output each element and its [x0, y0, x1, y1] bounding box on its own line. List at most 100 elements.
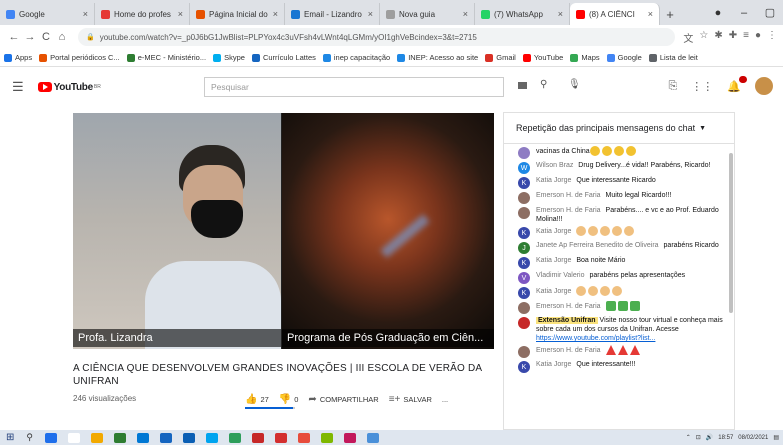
chat-author-name[interactable]: Extensão Unifran — [536, 317, 598, 324]
chat-author-name[interactable]: Katia Jorge — [536, 257, 571, 264]
taskbar-search-icon[interactable]: ⚲ — [26, 432, 33, 443]
profile-icon[interactable]: ● — [705, 7, 731, 19]
chat-author-name[interactable]: Katia Jorge — [536, 228, 571, 235]
taskbar-app-icon[interactable] — [182, 432, 195, 443]
menu-hamburger-icon[interactable]: ☰ — [12, 79, 24, 95]
reload-button[interactable]: C — [38, 31, 54, 43]
tab-close-icon[interactable]: × — [273, 9, 278, 19]
tab-close-icon[interactable]: × — [648, 9, 653, 19]
chat-author-name[interactable]: Janete Ap Ferreira Benedito de Oliveira — [536, 242, 659, 249]
bookmark-item[interactable]: YouTube — [522, 53, 563, 62]
chat-message-link[interactable]: https://www.youtube.com/playlist?list... — [536, 335, 655, 342]
translate-icon[interactable]: 文 — [683, 30, 693, 45]
taskbar-app-icon[interactable] — [320, 432, 333, 443]
video-player[interactable]: Profa. Lizandra Programa de Pós Graduaçã… — [73, 113, 494, 349]
like-button[interactable]: 👍 27 — [245, 394, 269, 405]
tab-close-icon[interactable]: × — [463, 9, 468, 19]
chat-avatar[interactable]: K — [518, 227, 530, 239]
apps-grid-icon[interactable]: ⋮⋮ — [691, 80, 713, 93]
taskbar-app-icon[interactable] — [228, 432, 241, 443]
volume-icon[interactable]: 🔊 — [706, 434, 713, 441]
create-video-icon[interactable]: ⎘ — [668, 80, 677, 93]
chat-avatar[interactable] — [518, 302, 530, 314]
chat-author-name[interactable]: Katia Jorge — [536, 288, 571, 295]
forward-button[interactable]: → — [22, 31, 38, 43]
home-button[interactable]: ⌂ — [54, 31, 70, 43]
bookmark-item[interactable]: Skype — [213, 53, 245, 62]
minimize-button[interactable]: – — [731, 7, 757, 19]
tab-close-icon[interactable]: × — [178, 9, 183, 19]
star-icon[interactable]: ☆ — [699, 30, 708, 45]
menu-icon[interactable]: ⋮ — [767, 30, 777, 45]
chat-avatar[interactable]: K — [518, 361, 530, 373]
bookmark-item[interactable]: Maps — [570, 53, 600, 62]
taskbar-app-icon[interactable] — [274, 432, 287, 443]
back-button[interactable]: ← — [6, 31, 22, 43]
chat-avatar[interactable] — [518, 192, 530, 204]
browser-tab[interactable]: (8) A CIÊNCI × — [570, 3, 660, 25]
chat-author-name[interactable]: Wilson Braz — [536, 162, 573, 169]
notifications-bell-icon[interactable]: 🔔 — [727, 75, 747, 93]
chat-author-name[interactable]: Katia Jorge — [536, 177, 571, 184]
chat-avatar[interactable]: J — [518, 242, 530, 254]
chat-avatar[interactable] — [518, 147, 530, 159]
chat-author-name[interactable]: Emerson H. de Faria — [536, 192, 601, 199]
chat-author-name[interactable]: Emerson H. de Faria — [536, 303, 601, 310]
taskbar-app-icon[interactable] — [159, 432, 172, 443]
chat-author-name[interactable]: Emerson H. de Faria — [536, 207, 601, 214]
chat-avatar[interactable]: K — [518, 257, 530, 269]
browser-tab[interactable]: Email - Lizandro × — [285, 3, 380, 25]
chat-author-name[interactable]: Emerson H. de Faria — [536, 347, 601, 354]
share-button[interactable]: ➦ COMPARTILHAR — [308, 394, 378, 405]
browser-tab[interactable]: Google × — [0, 3, 95, 25]
dislike-button[interactable]: 👎 0 — [279, 394, 299, 405]
new-tab-button[interactable]: + — [660, 3, 680, 25]
chat-avatar[interactable] — [518, 207, 530, 219]
chat-scrollbar[interactable] — [729, 153, 733, 313]
network-icon[interactable]: ⊡ — [696, 434, 701, 441]
puzzle-icon[interactable]: ✚ — [729, 30, 737, 45]
keyboard-icon[interactable] — [518, 82, 527, 89]
bookmark-item[interactable]: Currículo Lattes — [251, 53, 316, 62]
profile-avatar-icon[interactable]: ● — [755, 30, 761, 45]
chat-avatar[interactable] — [518, 317, 530, 329]
taskbar-app-icon[interactable] — [343, 432, 356, 443]
chat-author-name[interactable]: Katia Jorge — [536, 361, 571, 368]
extension-icon[interactable]: ✱ — [714, 30, 722, 45]
bookmark-item[interactable]: e-MEC - Ministério... — [126, 53, 206, 62]
taskbar-app-icon[interactable] — [297, 432, 310, 443]
tray-up-arrow-icon[interactable]: ⌃ — [686, 434, 691, 441]
chat-avatar[interactable]: K — [518, 177, 530, 189]
bookmark-item[interactable]: Google — [606, 53, 642, 62]
taskbar-app-icon[interactable] — [44, 432, 57, 443]
chat-mode-selector[interactable]: Repetição das principais mensagens do ch… — [504, 113, 734, 144]
tab-close-icon[interactable]: × — [83, 9, 88, 19]
playlist-icon[interactable]: ≡ — [743, 30, 749, 45]
taskbar-app-icon[interactable] — [136, 432, 149, 443]
taskbar-app-icon[interactable] — [67, 432, 80, 443]
account-avatar[interactable] — [755, 77, 773, 95]
bookmark-item[interactable]: Lista de leit — [648, 53, 698, 62]
notifications-icon[interactable]: ▤ — [773, 434, 779, 441]
taskbar-app-icon[interactable] — [251, 432, 264, 443]
taskbar-app-icon[interactable] — [113, 432, 126, 443]
bookmark-item[interactable]: Gmail — [485, 53, 516, 62]
save-button[interactable]: ≡+ SALVAR — [389, 394, 432, 405]
chat-avatar[interactable]: K — [518, 287, 530, 299]
clock-time[interactable]: 18:57 — [718, 435, 733, 441]
browser-tab[interactable]: Home do profes × — [95, 3, 190, 25]
url-input[interactable]: 🔒 youtube.com/watch?v=_p0J6bG1JwBlist=PL… — [78, 28, 676, 46]
browser-tab[interactable]: Nova guia × — [380, 3, 475, 25]
search-icon[interactable]: ⚲ — [540, 79, 547, 90]
tab-close-icon[interactable]: × — [368, 9, 373, 19]
taskbar-app-icon[interactable] — [366, 432, 379, 443]
maximize-button[interactable]: ▢ — [757, 6, 783, 19]
clock-date[interactable]: 08/02/2021 — [738, 435, 768, 441]
chat-author-name[interactable]: Vladimir Valerio — [536, 272, 585, 279]
browser-tab[interactable]: Página Inicial do × — [190, 3, 285, 25]
bookmark-item[interactable]: inep capacitação — [322, 53, 390, 62]
tab-close-icon[interactable]: × — [558, 9, 563, 19]
taskbar-app-icon[interactable] — [205, 432, 218, 443]
bookmark-item[interactable]: Portal periódicos C... — [39, 53, 120, 62]
taskbar-app-icon[interactable] — [90, 432, 103, 443]
